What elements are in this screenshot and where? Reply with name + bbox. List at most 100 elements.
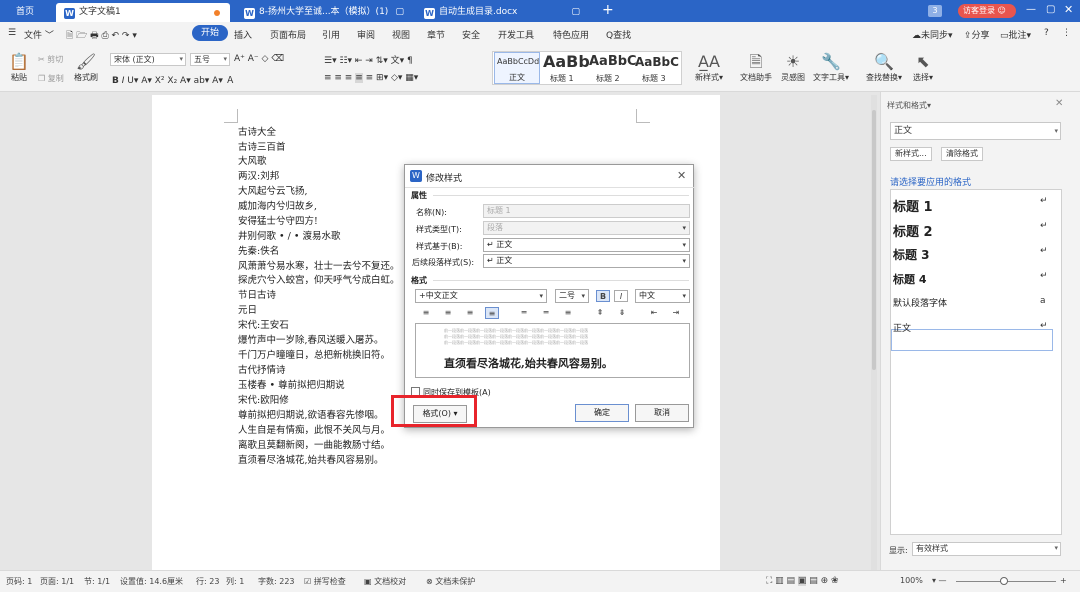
new-tab-icon[interactable]: + — [602, 2, 614, 19]
font-family-select[interactable]: 宋体 (正文) — [110, 53, 186, 66]
style-item-normal[interactable]: 正文 ↵ — [893, 321, 1048, 334]
close-panel-icon[interactable]: ✕ — [1055, 98, 1063, 109]
menu-item-layout[interactable]: 页面布局 — [270, 28, 306, 41]
next-style-select[interactable]: ↵ 正文 — [483, 254, 690, 268]
paste-button[interactable]: 📋 粘贴 — [6, 52, 32, 83]
italic-toggle[interactable]: I — [614, 290, 628, 302]
doc-line[interactable]: 井别何歌 • / • 渡易水歌 — [238, 230, 341, 244]
cancel-button[interactable]: 取消 — [635, 404, 689, 422]
menu-item-features[interactable]: 特色应用 — [553, 28, 589, 41]
show-filter-select[interactable]: 有效样式 — [912, 542, 1061, 556]
doc-line[interactable]: 直须看尽洛城花,始共春风容易别。 — [238, 454, 384, 468]
more-icon[interactable]: ⋮ — [1062, 28, 1071, 38]
menu-item-developer[interactable]: 开发工具 — [498, 28, 534, 41]
new-style-button[interactable]: A̲A 新样式▾ — [692, 52, 726, 83]
doc-line[interactable]: 元日 — [238, 304, 257, 318]
style-heading-2[interactable]: AaBbC 标题 2 — [588, 52, 637, 84]
doc-line[interactable]: 风萧萧兮易水寒，壮士一去兮不复还。 — [238, 260, 400, 274]
line-spacing-half-icon[interactable]: ═ — [539, 307, 553, 319]
style-heading-1[interactable]: AaBb 标题 1 — [542, 52, 590, 84]
dialog-size-select[interactable]: 二号 — [555, 289, 589, 303]
close-icon[interactable]: ▢ — [395, 3, 404, 22]
cut-button[interactable]: ✂ 剪切 — [38, 54, 63, 65]
align-left-icon[interactable]: ≡ — [419, 307, 433, 319]
quick-access-toolbar[interactable]: 🗎 🗁 🖶 ⎙ ↶ ↷ ▾ — [66, 28, 137, 44]
inspiration-button[interactable]: ☀ 灵感图 — [778, 52, 808, 83]
tab-document-3[interactable]: W 自动生成目录.docx ▢ — [416, 3, 588, 22]
line-spacing-double-icon[interactable]: ≡ — [561, 307, 575, 319]
text-format-controls[interactable]: B I U▾ A▾ X² X₂ A▾ ab▾ A▾ Ａ — [112, 73, 235, 86]
text-tools-button[interactable]: 🔧 文字工具▾ — [811, 52, 851, 83]
style-name-input[interactable]: 标题 1 — [483, 204, 690, 218]
line-spacing-single-icon[interactable]: ═ — [517, 307, 531, 319]
dialog-lang-select[interactable]: 中文 — [635, 289, 690, 303]
copy-button[interactable]: ❐ 复制 — [38, 73, 64, 84]
current-style-select[interactable]: 正文 — [890, 122, 1061, 140]
help-icon[interactable]: ? — [1044, 28, 1049, 38]
menu-item-review[interactable]: 审阅 — [357, 28, 375, 41]
doc-protect-button[interactable]: ⊗ 文档未保护 — [426, 576, 475, 587]
right-sidebar-strip[interactable] — [1070, 92, 1080, 570]
notification-badge[interactable]: 3 — [928, 5, 942, 17]
menu-item-references[interactable]: 引用 — [322, 28, 340, 41]
tab-home[interactable]: 首页 — [4, 3, 44, 22]
bold-toggle[interactable]: B — [596, 290, 610, 302]
doc-line[interactable]: 人生自是有情痴，此恨不关风与月。 — [238, 424, 390, 438]
style-item-heading-1[interactable]: 标题 1 ↵ — [893, 196, 1048, 215]
list-controls[interactable]: ☰▾ ☷▾ ⇤ ⇥ ⇅▾ 文▾ ¶ — [324, 53, 413, 66]
spacing-after-icon[interactable]: ⇟ — [615, 307, 629, 319]
style-heading-3[interactable]: AaBbC 标题 3 — [634, 52, 680, 84]
doc-line[interactable]: 两汉:刘邦 — [238, 170, 279, 184]
style-normal[interactable]: AaBbCcDd 正文 — [494, 52, 540, 84]
comment-button[interactable]: ▭批注▾ — [1000, 28, 1031, 41]
style-item-heading-2[interactable]: 标题 2 ↵ — [893, 221, 1048, 240]
doc-line[interactable]: 古诗三百首 — [238, 141, 286, 155]
doc-assistant-button[interactable]: 🗎 文档助手 — [737, 52, 775, 83]
zoom-level[interactable]: 100% — [900, 576, 923, 585]
spacing-before-icon[interactable]: ⇞ — [593, 307, 607, 319]
align-right-icon[interactable]: ≡ — [463, 307, 477, 319]
menu-item-insert[interactable]: 插入 — [234, 28, 252, 41]
sync-status[interactable]: ☁未同步▾ — [912, 28, 953, 41]
menu-item-home[interactable]: 开始 — [192, 25, 228, 41]
hamburger-icon[interactable]: ☰ — [8, 28, 16, 38]
menu-item-view[interactable]: 视图 — [392, 28, 410, 41]
ok-button[interactable]: 确定 — [575, 404, 629, 422]
share-button[interactable]: ⇪分享 — [964, 28, 990, 41]
minimize-icon[interactable]: — — [1026, 4, 1036, 15]
doc-line[interactable]: 千门万户曈曈日，总把新桃换旧符。 — [238, 349, 390, 363]
zoom-in-icon[interactable]: + — [1060, 576, 1067, 585]
style-item-default-font[interactable]: 默认段落字体 a — [893, 296, 1046, 309]
doc-line[interactable]: 宋代:王安石 — [238, 319, 289, 333]
paragraph-align-controls[interactable]: ≡ ≡ ≡ ≡ ≡ ⊞▾ ◇▾ ▦▾ — [324, 73, 418, 83]
select-button[interactable]: ⬉ 选择▾ — [908, 52, 938, 83]
doc-line[interactable]: 爆竹声中一岁除,春风送暖入屠苏。 — [238, 334, 384, 348]
doc-line[interactable]: 节日古诗 — [238, 289, 276, 303]
find-replace-button[interactable]: 🔍 查找替换▾ — [862, 52, 906, 83]
close-window-icon[interactable]: ✕ — [1064, 3, 1073, 16]
login-button[interactable]: 访客登录 ☺ — [958, 4, 1016, 18]
doc-line[interactable]: 安得猛士兮守四方! — [238, 215, 318, 229]
style-item-heading-4[interactable]: 标题 4 ↵ — [893, 271, 1048, 287]
proofread-button[interactable]: ▣ 文档校对 — [364, 576, 406, 587]
menu-search[interactable]: Q查找 — [606, 28, 631, 41]
doc-line[interactable]: 古诗大全 — [238, 126, 276, 140]
font-size-controls[interactable]: A⁺ A⁻ ◇ ⌫ — [234, 54, 284, 64]
new-style-button[interactable]: 新样式... — [890, 147, 932, 161]
style-type-select[interactable]: 段落 — [483, 221, 690, 235]
scrollbar-thumb[interactable] — [872, 110, 876, 370]
zoom-slider-thumb[interactable] — [1000, 577, 1008, 585]
view-mode-controls[interactable]: ⛶ ▥ ▤ ▣ ▤ ⊕ ❀ — [766, 576, 839, 586]
doc-line[interactable]: 先秦:佚名 — [238, 245, 279, 259]
tab-document-2[interactable]: W 8-扬州大学至诚...本（模拟）(1) ▢ — [236, 3, 412, 22]
tab-document-1[interactable]: W 文字文稿1 — [56, 3, 230, 22]
menu-file[interactable]: 文件 ﹀ — [24, 28, 54, 41]
maximize-icon[interactable]: ▢ — [1046, 4, 1055, 15]
close-icon[interactable]: ▢ — [571, 3, 580, 22]
font-size-select[interactable]: 五号 — [190, 53, 230, 66]
doc-line[interactable]: 尊前拟把归期说,欲语春容先惨咽。 — [238, 409, 384, 423]
doc-line[interactable]: 离歌且莫翻新阕，一曲能教肠寸结。 — [238, 439, 390, 453]
doc-line[interactable]: 玉楼春 • 尊前拟把归期说 — [238, 379, 345, 393]
doc-line[interactable]: 大风起兮云飞扬, — [238, 185, 308, 199]
doc-line[interactable]: 大风歌 — [238, 155, 267, 169]
